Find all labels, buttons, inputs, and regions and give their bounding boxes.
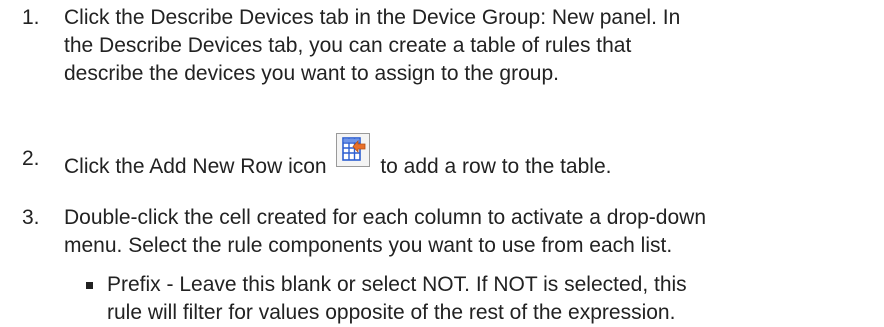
step-line: the Describe Devices tab, you can create… — [64, 34, 632, 57]
add-new-row-icon — [336, 133, 371, 167]
step-text: Double-click the cell created for each c… — [64, 204, 876, 260]
step-number: 3. — [22, 206, 40, 229]
step-text: Click the Add New Row icon to add a row … — [64, 133, 876, 181]
step-text-before-icon: Click the Add New Row icon — [64, 155, 327, 178]
bullet-line: rule will filter for values opposite of … — [107, 301, 676, 324]
square-bullet-icon — [86, 282, 93, 289]
step-line: describe the devices you want to assign … — [64, 62, 559, 85]
bullet-line: Prefix - Leave this blank or select NOT.… — [107, 273, 687, 296]
step-line: Click the Describe Devices tab in the De… — [64, 6, 681, 29]
step-number: 1. — [22, 6, 40, 29]
bullet-text: Prefix - Leave this blank or select NOT.… — [107, 271, 877, 327]
step-number: 2. — [22, 147, 40, 170]
step-text: Click the Describe Devices tab in the De… — [64, 4, 876, 88]
step-text-after-icon: to add a row to the table. — [380, 155, 612, 178]
step-line: menu. Select the rule components you wan… — [64, 234, 673, 257]
step-line: Double-click the cell created for each c… — [64, 206, 706, 229]
